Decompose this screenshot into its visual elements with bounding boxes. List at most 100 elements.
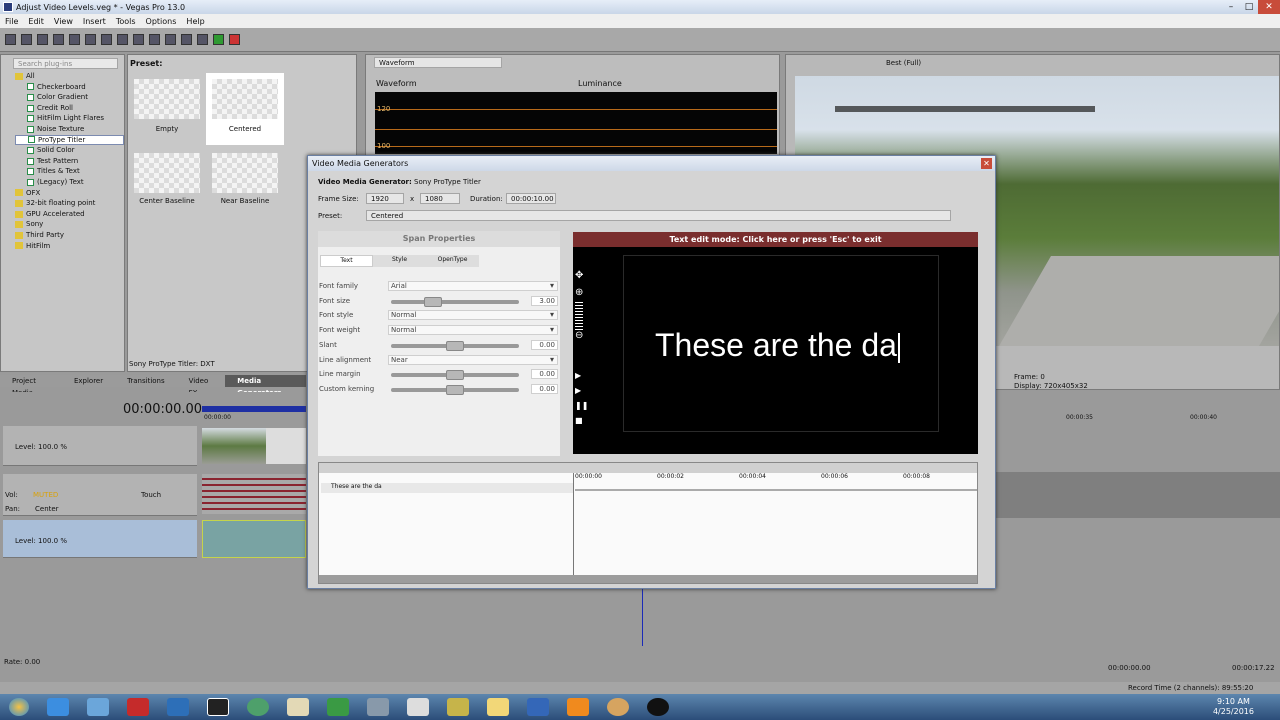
preview-quality[interactable]: Best (Full) <box>886 59 921 67</box>
plugin-tree-item[interactable]: ProType Titler <box>15 134 124 146</box>
media-player-icon[interactable] <box>167 698 189 716</box>
plugin-tree-item[interactable]: Solid Color <box>15 145 124 156</box>
stop-icon[interactable]: ■ <box>575 416 587 425</box>
property-dropdown[interactable]: Normal <box>388 325 558 336</box>
tab-explorer[interactable]: Explorer <box>62 375 115 387</box>
close-button[interactable]: ✕ <box>1258 0 1280 14</box>
copy-icon[interactable] <box>117 34 128 45</box>
auto-ripple-icon[interactable] <box>181 34 192 45</box>
slider-knob[interactable] <box>446 370 464 381</box>
slider-knob[interactable] <box>424 296 442 307</box>
tab-style[interactable]: Style <box>373 255 426 267</box>
vegas-taskbar-icon[interactable] <box>207 698 229 716</box>
app-bowl-icon[interactable] <box>607 698 629 716</box>
start-button-icon[interactable] <box>9 698 29 716</box>
preset-thumb-empty[interactable] <box>134 79 200 119</box>
property-dropdown[interactable]: Near <box>388 354 558 365</box>
property-dropdown[interactable]: Arial <box>388 281 558 291</box>
plugin-tree-item[interactable]: (Legacy) Text <box>15 177 124 188</box>
check-icon[interactable] <box>213 34 224 45</box>
sound-forge-icon[interactable] <box>447 698 469 716</box>
tab-project-media[interactable]: Project Media <box>0 375 62 397</box>
redo-icon[interactable] <box>165 34 176 45</box>
plugin-tree-item[interactable]: Third Party <box>15 230 124 241</box>
system-clock[interactable]: 9:10 AM 4/25/2016 <box>1213 697 1254 717</box>
property-value-input[interactable]: 3.00 <box>531 295 558 306</box>
property-slider[interactable] <box>391 370 519 381</box>
duration-input[interactable]: 00:00:10.00 <box>506 193 556 204</box>
plugin-tree-item[interactable]: Test Pattern <box>15 156 124 167</box>
loop-region-bar[interactable] <box>202 406 306 412</box>
save-icon[interactable] <box>37 34 48 45</box>
undo-icon[interactable] <box>149 34 160 45</box>
track-2-header[interactable]: Vol: MUTED Touch Pan: Center <box>3 474 197 516</box>
play-icon[interactable]: ▶ <box>575 371 587 380</box>
plugin-tree-item[interactable]: HitFilm Light Flares <box>15 113 124 124</box>
slider-knob[interactable] <box>446 340 464 351</box>
audio-app-icon[interactable] <box>407 698 429 716</box>
property-slider[interactable] <box>391 384 519 395</box>
tab-opentype[interactable]: OpenType <box>426 255 479 267</box>
titler-canvas[interactable]: Text edit mode: Click here or press 'Esc… <box>573 232 978 454</box>
track-3-header[interactable]: Level: 100.0 % <box>3 520 197 558</box>
zoom-slider[interactable] <box>575 302 583 330</box>
track-2-touch[interactable]: Touch <box>141 491 161 499</box>
move-icon[interactable]: ✥ <box>575 270 587 281</box>
plugin-tree-item[interactable]: Noise Texture <box>15 124 124 135</box>
explorer-folder-icon[interactable] <box>487 698 509 716</box>
property-dropdown[interactable]: Normal <box>388 310 558 321</box>
app-leaf-icon[interactable] <box>327 698 349 716</box>
app-orange-play-icon[interactable] <box>567 698 589 716</box>
plugin-tree-item[interactable]: OFX <box>15 188 124 199</box>
property-slider[interactable] <box>391 296 519 307</box>
properties-icon[interactable] <box>85 34 96 45</box>
zoom-in-icon[interactable]: ⊕ <box>575 287 587 298</box>
settings-icon[interactable] <box>367 698 389 716</box>
plugin-tree-item[interactable]: All <box>15 71 124 82</box>
zoom-out-icon[interactable]: ⊖ <box>575 330 587 341</box>
tab-video-fx[interactable]: Video FX <box>177 375 226 397</box>
cancel-icon[interactable] <box>229 34 240 45</box>
preset-thumb-near-baseline[interactable] <box>212 153 278 193</box>
audio-clip-waveform[interactable] <box>202 474 306 514</box>
menu-view[interactable]: View <box>54 17 73 26</box>
save-as-icon[interactable] <box>53 34 64 45</box>
plugin-tree-item[interactable]: HitFilm <box>15 241 124 252</box>
render-icon[interactable] <box>69 34 80 45</box>
frame-width-input[interactable]: 1920 <box>366 193 404 204</box>
menu-edit[interactable]: Edit <box>28 17 44 26</box>
plugin-tree-item[interactable]: Titles & Text <box>15 166 124 177</box>
obs-icon[interactable] <box>647 698 669 716</box>
plugin-search-input[interactable]: Search plug-ins <box>13 58 118 69</box>
plugin-tree-item[interactable]: GPU Accelerated <box>15 209 124 220</box>
property-slider[interactable] <box>391 340 519 351</box>
video-clip-thumb[interactable] <box>202 428 266 464</box>
minimize-button[interactable]: – <box>1222 0 1240 14</box>
menu-insert[interactable]: Insert <box>83 17 106 26</box>
open-icon[interactable] <box>21 34 32 45</box>
menu-tools[interactable]: Tools <box>116 17 136 26</box>
paste-icon[interactable] <box>133 34 144 45</box>
play-from-start-icon[interactable]: ▶ <box>575 386 587 395</box>
plugin-tree-item[interactable]: Color Gradient <box>15 92 124 103</box>
title-clip[interactable] <box>202 520 306 558</box>
maximize-button[interactable]: □ <box>1240 0 1258 14</box>
canvas-title-text[interactable]: These are the da <box>655 327 900 364</box>
app-blue-icon[interactable] <box>527 698 549 716</box>
property-value-input[interactable]: 0.00 <box>531 369 558 380</box>
dialog-close-button[interactable]: ✕ <box>981 158 992 169</box>
notepad-icon[interactable] <box>287 698 309 716</box>
keyframe-track-item[interactable]: These are the da <box>321 483 573 493</box>
ie-icon[interactable] <box>47 698 69 716</box>
pause-icon[interactable]: ❚❚ <box>575 401 588 410</box>
keyframe-scrollbar[interactable] <box>319 575 977 583</box>
dialog-preset-select[interactable]: Centered <box>366 210 951 221</box>
preset-thumb-centered[interactable] <box>212 79 278 119</box>
app-red-icon[interactable] <box>127 698 149 716</box>
keyframe-splitter[interactable] <box>319 463 977 473</box>
app-green-icon[interactable] <box>247 698 269 716</box>
plugin-tree-item[interactable]: Sony <box>15 219 124 230</box>
text-edit-mode-bar[interactable]: Text edit mode: Click here or press 'Esc… <box>573 232 978 247</box>
video-clip-tail[interactable] <box>266 428 306 464</box>
snap-icon[interactable] <box>197 34 208 45</box>
